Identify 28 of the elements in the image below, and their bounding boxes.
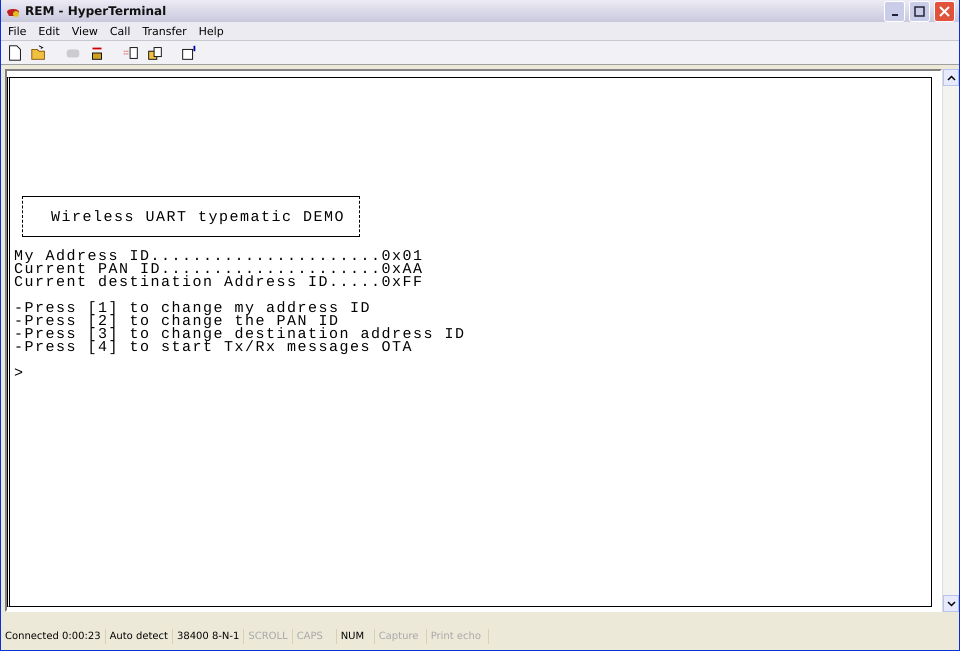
maximize-icon [914, 6, 925, 16]
status-field: Print echo [426, 628, 489, 644]
banner-title: Wireless UART typematic DEMO [51, 211, 346, 224]
scroll-down-icon[interactable] [943, 595, 959, 612]
close-icon [939, 6, 950, 16]
menu-item[interactable]: Call [104, 24, 136, 38]
status-field: Auto detect [106, 628, 173, 644]
menu-item[interactable]: View [66, 24, 103, 38]
menu-item[interactable]: File [3, 24, 32, 38]
terminal-line: Current PAN ID.....................0xAA [14, 263, 425, 276]
terminal-line: Current destination Address ID.....0xFF [14, 276, 425, 289]
status-field: NUM [336, 628, 375, 644]
scroll-up-icon[interactable] [943, 69, 959, 86]
menu-item[interactable]: Transfer [137, 24, 192, 38]
close-button[interactable] [934, 0, 955, 22]
minimize-icon [892, 14, 898, 16]
status-field: SCROLL [244, 628, 293, 644]
window-title: REM - HyperTerminal [25, 4, 168, 18]
minimize-button[interactable] [884, 0, 905, 22]
status-field: Connected 0:00:23 [1, 628, 106, 644]
terminal-line: My Address ID......................0x01 [14, 250, 425, 263]
terminal-prompt: > [14, 367, 26, 380]
status-field: Capture [374, 628, 427, 644]
status-field: 38400 8-N-1 [172, 628, 244, 644]
maximize-button[interactable] [909, 0, 930, 22]
menu-item[interactable]: Edit [33, 24, 65, 38]
menu-item[interactable]: Help [194, 24, 229, 38]
status-field: CAPS [292, 628, 337, 644]
